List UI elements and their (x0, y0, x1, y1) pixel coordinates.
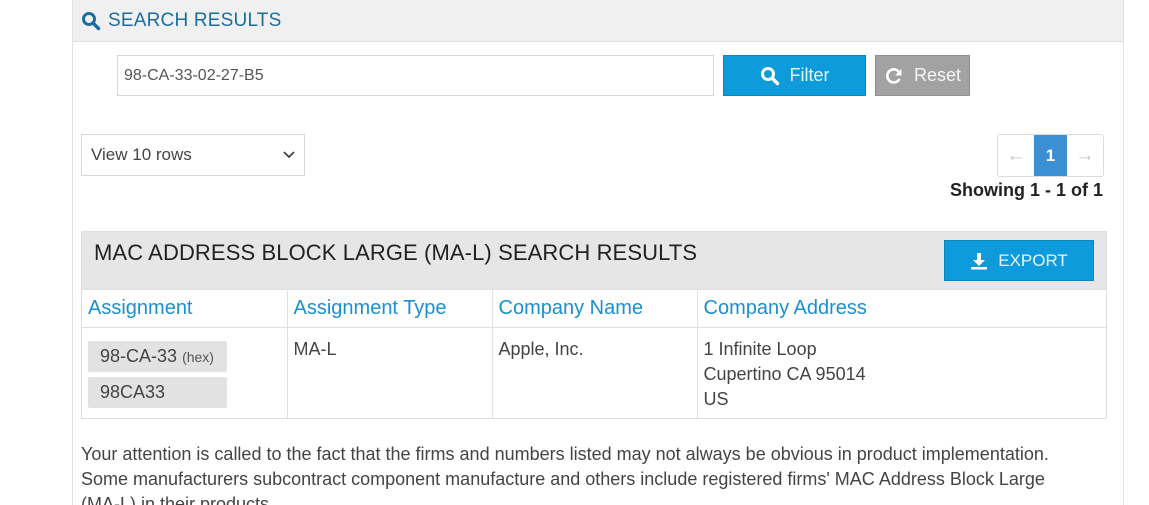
assignment-hex-suffix: (hex) (182, 349, 214, 365)
address-line: US (703, 389, 729, 409)
filter-button-label: Filter (789, 65, 830, 85)
column-header-company-name[interactable]: Company Name (492, 289, 698, 328)
panel-title: SEARCH RESULTS (108, 9, 282, 31)
assignment-type-cell: MA-L (287, 327, 493, 418)
results-table: Assignment Assignment Type Company Name … (82, 289, 1106, 418)
search-input[interactable] (117, 55, 714, 96)
disclaimer-note: Your attention is called to the fact tha… (81, 444, 1049, 505)
table-row: 98-CA-33 (hex) 98CA33 MA-L Apple, Inc. 1… (82, 327, 1106, 418)
reset-button-label: Reset (913, 65, 962, 85)
assignment-hex-value: 98-CA-33 (100, 346, 178, 366)
export-button-label: EXPORT (998, 250, 1068, 270)
rows-per-page-value: View 10 rows (91, 145, 192, 164)
search-icon (760, 66, 779, 85)
next-page-button[interactable]: → (1067, 135, 1103, 176)
rows-per-page-select[interactable]: View 10 rows (81, 134, 305, 176)
address-line: 1 Infinite Loop (703, 339, 817, 359)
column-header-assignment[interactable]: Assignment (82, 289, 288, 328)
showing-count: Showing 1 - 1 of 1 (949, 180, 1103, 200)
filter-button[interactable]: Filter (723, 55, 866, 96)
panel-header: SEARCH RESULTS (73, 0, 1123, 42)
assignment-base-chip: 98CA33 (88, 377, 227, 408)
pagination: ← 1 → (997, 134, 1104, 177)
search-bar: Filter Reset (117, 55, 970, 96)
refresh-icon (885, 67, 902, 84)
address-line: Cupertino CA 95014 (703, 364, 866, 384)
export-button[interactable]: EXPORT (944, 240, 1094, 281)
results-header: MAC ADDRESS BLOCK LARGE (MA-L) SEARCH RE… (82, 232, 1106, 289)
table-header-row: Assignment Assignment Type Company Name … (82, 289, 1106, 328)
assignment-base-value: 98CA33 (100, 382, 166, 402)
assignment-cell: 98-CA-33 (hex) 98CA33 (82, 327, 288, 418)
column-header-assignment-type[interactable]: Assignment Type (287, 289, 493, 328)
reset-button[interactable]: Reset (875, 55, 970, 96)
search-icon (81, 11, 101, 31)
results-title: MAC ADDRESS BLOCK LARGE (MA-L) SEARCH RE… (94, 240, 698, 265)
prev-page-button[interactable]: ← (998, 135, 1034, 176)
assignment-hex-chip: 98-CA-33 (hex) (88, 341, 227, 372)
company-address-cell: 1 Infinite Loop Cupertino CA 95014 US (697, 327, 1106, 418)
page-button-current[interactable]: 1 (1034, 135, 1067, 176)
chevron-down-icon (283, 151, 295, 159)
download-icon (971, 252, 988, 269)
results-table-section: MAC ADDRESS BLOCK LARGE (MA-L) SEARCH RE… (81, 231, 1107, 419)
search-results-panel: SEARCH RESULTS Filter Reset View 10 rows… (72, 0, 1124, 505)
company-name-cell: Apple, Inc. (492, 327, 698, 418)
column-header-company-address[interactable]: Company Address (697, 289, 1106, 328)
